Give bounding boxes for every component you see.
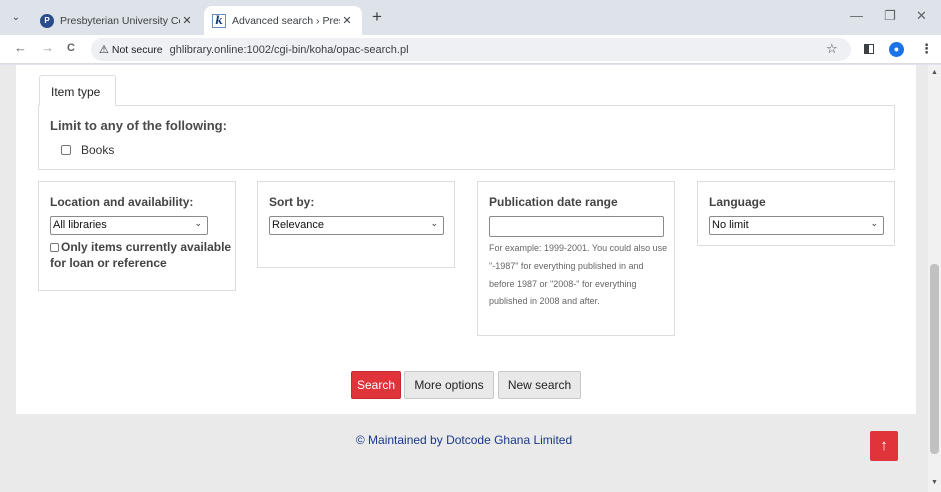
footer-credit[interactable]: © Maintained by Dotcode Ghana Limited <box>0 433 928 447</box>
minimize-window-icon[interactable]: — <box>850 8 863 23</box>
tab-item-type[interactable]: Item type <box>39 75 116 106</box>
side-panel-icon[interactable] <box>864 44 874 54</box>
browser-tab-strip: ⌄ P Presbyterian University College ✕ k … <box>0 0 941 35</box>
scroll-up-arrow-icon[interactable]: ▲ <box>931 69 938 76</box>
close-tab-icon[interactable]: ✕ <box>340 14 354 27</box>
close-tab-icon[interactable]: ✕ <box>180 14 194 27</box>
availability-option[interactable]: Only items currently available for loan … <box>50 239 235 271</box>
sort-heading: Sort by: <box>269 195 315 209</box>
bookmark-star-icon[interactable]: ☆ <box>826 41 838 57</box>
tab-title: Presbyterian University College <box>60 14 180 27</box>
location-heading: Location and availability: <box>50 195 194 209</box>
profile-avatar[interactable]: ● <box>889 42 904 57</box>
browser-menu-icon[interactable]: ⋮ <box>920 41 933 57</box>
pubdate-heading: Publication date range <box>489 195 618 209</box>
new-tab-button[interactable]: + <box>372 8 382 25</box>
pubdate-input[interactable] <box>489 216 664 237</box>
sort-box: Sort by: Relevance ⌄ <box>257 181 455 268</box>
tab-search-chevron-icon[interactable]: ⌄ <box>8 10 24 26</box>
location-select[interactable]: All libraries ⌄ <box>50 216 208 235</box>
restore-window-icon[interactable]: ❐ <box>884 8 896 24</box>
item-type-option-books[interactable]: Books <box>61 143 114 157</box>
browser-tab-advanced-search[interactable]: k Advanced search › Presbyterian ✕ <box>204 6 362 35</box>
availability-label: Only items currently available for loan … <box>50 240 232 270</box>
url-text[interactable]: ghlibrary.online:1002/cgi-bin/koha/opac-… <box>170 44 409 56</box>
location-availability-box: Location and availability: All libraries… <box>38 181 236 291</box>
scroll-down-arrow-icon[interactable]: ▼ <box>931 479 938 486</box>
reload-icon[interactable]: C <box>67 42 75 54</box>
scrollbar-thumb[interactable] <box>930 264 939 454</box>
books-checkbox[interactable] <box>61 145 71 155</box>
more-options-button[interactable]: More options <box>404 371 494 399</box>
security-label: Not secure <box>111 43 163 56</box>
page-scrollbar[interactable]: ▲ ▼ <box>928 65 941 492</box>
item-type-pane: Limit to any of the following: Books <box>38 105 895 170</box>
books-label: Books <box>81 143 115 157</box>
language-heading: Language <box>709 195 766 209</box>
pubdate-box: Publication date range For example: 1999… <box>477 181 675 336</box>
scroll-to-top-arrow-icon[interactable]: ↑ <box>870 431 898 461</box>
chevron-down-icon: ⌄ <box>194 218 202 228</box>
browser-tab-presbyterian[interactable]: P Presbyterian University College ✕ <box>32 6 202 35</box>
warning-triangle-icon: ⚠ <box>99 44 109 56</box>
language-selected-value: No limit <box>712 219 749 231</box>
back-arrow-icon[interactable]: ← <box>14 40 27 55</box>
sort-select[interactable]: Relevance ⌄ <box>269 216 444 235</box>
university-favicon-icon: P <box>40 13 54 28</box>
tab-title: Advanced search › Presbyterian <box>232 14 340 27</box>
forward-arrow-icon[interactable]: → <box>41 40 54 55</box>
page-viewport: Item type Limit to any of the following:… <box>0 65 928 492</box>
limit-title: Limit to any of the following: <box>50 118 227 133</box>
language-select[interactable]: No limit ⌄ <box>709 216 884 235</box>
browser-toolbar: ← → C ⚠ Not secure ghlibrary.online:1002… <box>0 35 941 64</box>
security-indicator[interactable]: ⚠ Not secure <box>99 43 163 57</box>
language-box: Language No limit ⌄ <box>697 181 895 246</box>
chevron-down-icon: ⌄ <box>430 218 438 228</box>
search-button[interactable]: Search <box>351 371 401 399</box>
koha-favicon-icon: k <box>212 13 226 28</box>
chevron-down-icon: ⌄ <box>870 218 878 228</box>
address-bar[interactable]: ⚠ Not secure ghlibrary.online:1002/cgi-b… <box>91 38 851 61</box>
sort-selected-value: Relevance <box>272 219 324 231</box>
location-selected-value: All libraries <box>53 219 107 231</box>
availability-checkbox[interactable] <box>50 243 59 252</box>
new-search-button[interactable]: New search <box>498 371 581 399</box>
close-window-icon[interactable]: ✕ <box>916 8 927 24</box>
pubdate-hint: For example: 1999-2001. You could also u… <box>489 243 668 307</box>
person-icon: ● <box>889 42 904 57</box>
